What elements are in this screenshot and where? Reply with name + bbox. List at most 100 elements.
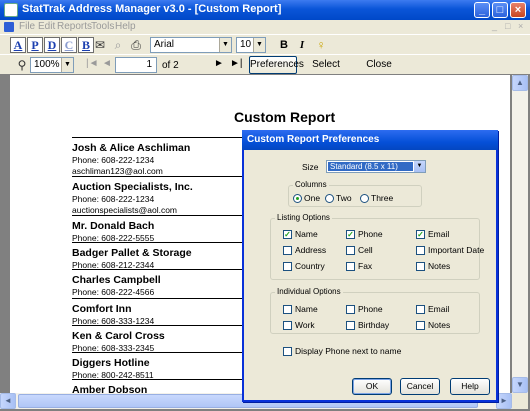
listing-country-label: Country bbox=[295, 261, 325, 271]
menu-bar: File Edit Reports Tools Help _ □ × bbox=[0, 20, 530, 34]
individual-email-label: Email bbox=[428, 304, 450, 314]
font-size-select[interactable]: 10 ▼ bbox=[236, 37, 266, 53]
main-toolbar: A P D C B ✉ ⌕ ⎙ Arial ▼ 10 ▼ B I ♀ bbox=[0, 34, 530, 54]
close-report-button[interactable]: Close bbox=[355, 56, 403, 74]
prev-page-button[interactable]: ◄ bbox=[102, 58, 112, 69]
chevron-down-icon[interactable]: ▼ bbox=[414, 161, 425, 172]
listing-notes-checkbox[interactable] bbox=[416, 262, 425, 271]
individual-notes-checkbox[interactable] bbox=[416, 321, 425, 330]
listing-address-checkbox[interactable] bbox=[283, 246, 292, 255]
menu-tools[interactable]: Tools bbox=[91, 21, 114, 32]
individual-birthday-checkbox[interactable] bbox=[346, 321, 355, 330]
zoom-value: 100% bbox=[34, 59, 60, 70]
listing-cell-checkbox[interactable] bbox=[346, 246, 355, 255]
columns-one-radio[interactable] bbox=[293, 194, 302, 203]
lightbulb-icon[interactable]: ♀ bbox=[313, 38, 329, 52]
report-title: Custom Report bbox=[234, 109, 336, 125]
font-size-value: 10 bbox=[240, 39, 252, 50]
printer-icon[interactable]: ⎙ bbox=[128, 38, 144, 52]
mdi-close-button[interactable]: × bbox=[518, 21, 523, 31]
preview-toolbar: ⚲ 100% ▼ |◄ ◄ 1 of 2 ► ►| Preferences Se… bbox=[0, 54, 530, 74]
close-button[interactable]: × bbox=[510, 2, 526, 18]
listing-cell-label: Cell bbox=[358, 245, 373, 255]
next-page-button[interactable]: ► bbox=[214, 58, 224, 69]
listing-email-label: Email bbox=[428, 229, 450, 239]
individual-name-checkbox[interactable] bbox=[283, 305, 292, 314]
cancel-button[interactable]: Cancel bbox=[400, 378, 440, 395]
individual-options-label: Individual Options bbox=[275, 287, 343, 296]
columns-two-label: Two bbox=[336, 193, 352, 203]
individual-phone-checkbox[interactable] bbox=[346, 305, 355, 314]
columns-one-label: One bbox=[304, 193, 321, 203]
scroll-corner bbox=[512, 393, 528, 409]
page-number-input[interactable]: 1 bbox=[115, 57, 157, 73]
menu-help[interactable]: Help bbox=[115, 21, 136, 32]
size-value: Standard (8.5 x 11) bbox=[328, 162, 413, 171]
scroll-left-icon[interactable]: ◄ bbox=[0, 393, 16, 409]
envelope-icon[interactable]: ✉ bbox=[92, 38, 108, 52]
listing-phone-checkbox[interactable]: ✓ bbox=[346, 230, 355, 239]
letter-c-button[interactable]: C bbox=[61, 37, 77, 53]
scroll-right-icon[interactable]: ► bbox=[496, 393, 512, 409]
columns-label: Columns bbox=[293, 180, 329, 189]
menu-edit[interactable]: Edit bbox=[38, 21, 55, 32]
menu-reports[interactable]: Reports bbox=[57, 21, 92, 32]
size-select[interactable]: Standard (8.5 x 11) ▼ bbox=[326, 160, 426, 173]
display-phone-checkbox[interactable] bbox=[283, 347, 292, 356]
listing-options-label: Listing Options bbox=[275, 213, 332, 222]
preferences-button[interactable]: Preferences bbox=[249, 56, 304, 74]
letter-p-button[interactable]: P bbox=[27, 37, 43, 53]
first-page-button[interactable]: |◄ bbox=[86, 58, 99, 69]
font-name-value: Arial bbox=[154, 39, 175, 50]
help-button[interactable]: Help bbox=[450, 378, 490, 395]
individual-birthday-label: Birthday bbox=[358, 320, 390, 330]
window-title: StatTrak Address Manager v3.0 - [Custom … bbox=[22, 3, 282, 15]
maximize-button[interactable]: □ bbox=[492, 2, 508, 18]
individual-work-checkbox[interactable] bbox=[283, 321, 292, 330]
chevron-down-icon[interactable]: ▼ bbox=[61, 58, 73, 72]
chevron-down-icon[interactable]: ▼ bbox=[253, 38, 265, 52]
ok-button[interactable]: OK bbox=[352, 378, 392, 395]
columns-three-label: Three bbox=[371, 193, 394, 203]
zoom-icon[interactable]: ⚲ bbox=[14, 58, 30, 72]
listing-name-label: Name bbox=[295, 229, 318, 239]
listing-country-checkbox[interactable] bbox=[283, 262, 292, 271]
listing-important-date-label: Important Date bbox=[428, 245, 485, 255]
columns-three-radio[interactable] bbox=[360, 194, 369, 203]
chevron-down-icon[interactable]: ▼ bbox=[219, 38, 231, 52]
individual-notes-label: Notes bbox=[428, 320, 451, 330]
app-icon bbox=[4, 3, 18, 17]
document-icon[interactable] bbox=[4, 22, 14, 32]
size-label: Size bbox=[302, 162, 319, 172]
minimize-button[interactable]: _ bbox=[474, 2, 490, 18]
scroll-up-icon[interactable]: ▲ bbox=[512, 75, 528, 91]
custom-report-preferences-dialog: Custom Report Preferences Size Standard … bbox=[242, 130, 498, 402]
vertical-scrollbar[interactable]: ▲ ▼ bbox=[512, 75, 528, 393]
letter-a-button[interactable]: A bbox=[10, 37, 26, 53]
listing-fax-label: Fax bbox=[358, 261, 373, 271]
listing-email-checkbox[interactable]: ✓ bbox=[416, 230, 425, 239]
select-button[interactable]: Select bbox=[302, 56, 350, 74]
display-phone-label: Display Phone next to name bbox=[295, 346, 402, 356]
binoculars-icon[interactable]: ⌕ bbox=[110, 38, 126, 52]
listing-important-date-checkbox[interactable] bbox=[416, 246, 425, 255]
listing-name-checkbox[interactable]: ✓ bbox=[283, 230, 292, 239]
scroll-down-icon[interactable]: ▼ bbox=[512, 377, 528, 393]
letter-d-button[interactable]: D bbox=[44, 37, 60, 53]
listing-phone-label: Phone bbox=[358, 229, 383, 239]
bold-button[interactable]: B bbox=[276, 37, 292, 53]
mdi-restore-button[interactable]: □ bbox=[505, 21, 510, 31]
dialog-title[interactable]: Custom Report Preferences bbox=[242, 130, 498, 150]
italic-button[interactable]: I bbox=[294, 37, 310, 53]
mdi-minimize-button[interactable]: _ bbox=[492, 21, 497, 31]
zoom-select[interactable]: 100% ▼ bbox=[30, 57, 74, 73]
last-page-button[interactable]: ►| bbox=[230, 58, 243, 69]
page-count: of 2 bbox=[162, 60, 179, 71]
menu-file[interactable]: File bbox=[19, 21, 35, 32]
window-titlebar[interactable]: StatTrak Address Manager v3.0 - [Custom … bbox=[0, 0, 530, 20]
individual-name-label: Name bbox=[295, 304, 318, 314]
listing-fax-checkbox[interactable] bbox=[346, 262, 355, 271]
individual-email-checkbox[interactable] bbox=[416, 305, 425, 314]
font-name-select[interactable]: Arial ▼ bbox=[150, 37, 232, 53]
columns-two-radio[interactable] bbox=[325, 194, 334, 203]
